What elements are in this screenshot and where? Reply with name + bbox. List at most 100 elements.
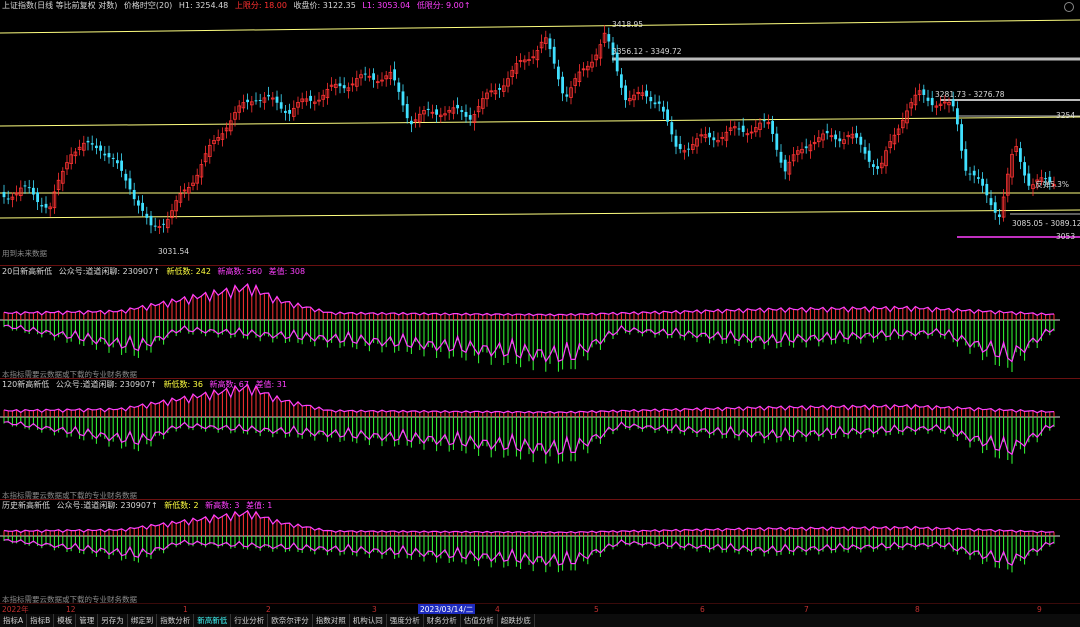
indicator-name: 价格时空(20) — [123, 1, 173, 10]
candle-body — [779, 151, 783, 163]
high-line — [3, 282, 1055, 317]
candle-body — [968, 173, 972, 175]
candle-body — [372, 73, 375, 80]
main-chart-pane[interactable]: 上证指数(日线 等比前复权 对数) 价格时空(20) H1: 3254.48 上… — [0, 0, 1080, 266]
candle-body — [662, 106, 665, 112]
tab-item[interactable]: 指数分析 — [157, 614, 195, 627]
candle-body — [90, 143, 94, 145]
h1-value: H1: 3254.48 — [178, 1, 229, 10]
candle-body — [804, 146, 808, 149]
high-line — [3, 509, 1055, 534]
l1-value: L1: 3053.04 — [362, 1, 411, 10]
candle-body — [258, 100, 262, 102]
tab-item[interactable]: 行业分析 — [231, 614, 269, 627]
candle-body — [989, 198, 993, 206]
candle-body — [645, 90, 648, 97]
upper-score: 上限分: 18.00 — [234, 1, 287, 10]
candle-body — [338, 83, 342, 87]
settings-icon[interactable] — [1064, 2, 1074, 12]
candle-body — [624, 85, 627, 101]
candle-body — [153, 225, 157, 227]
candle-body — [561, 76, 564, 94]
candle-body — [657, 101, 661, 104]
panel-120day[interactable]: 120新高新低 公众号:道道闲聊: 230907↑ 新低数: 36 新高数: 6… — [0, 379, 1080, 500]
candle-body — [132, 189, 136, 200]
high-label: 3418.95 — [612, 20, 644, 29]
candle-body — [254, 100, 258, 102]
new-low-count: 新低数: 36 — [163, 380, 203, 389]
candle-body — [44, 203, 48, 208]
candle-body — [145, 213, 149, 218]
candle-body — [32, 187, 35, 195]
tab-item[interactable]: 绑定到 — [128, 614, 158, 627]
panel-sub: 公众号:道道闲聊: 230907↑ — [56, 501, 158, 510]
candle-body — [712, 137, 716, 141]
candle-body — [498, 87, 501, 90]
candle-body — [40, 205, 44, 207]
l1-line-label: 3053 — [1056, 232, 1076, 241]
tab-item[interactable]: 指标A — [0, 614, 28, 627]
panel-20day[interactable]: 20日新高新低 公众号:道道闲聊: 230907↑ 新低数: 242 新高数: … — [0, 266, 1080, 379]
h1-line-label: 3254 — [1056, 111, 1076, 120]
tab-item[interactable]: 财务分析 — [424, 614, 461, 627]
tab-item[interactable]: 超跌抄底 — [498, 614, 535, 627]
candle-body — [86, 140, 90, 143]
candle-body — [124, 173, 128, 181]
close-price: 收盘价: 3122.35 — [293, 1, 356, 10]
candle-body — [393, 69, 396, 81]
candle-body — [1027, 173, 1031, 186]
new-high-count: 新高数: 560 — [217, 267, 263, 276]
candle-body — [363, 73, 367, 75]
diff-value: 差值: 31 — [255, 380, 287, 389]
new-high-count: 新高数: 67 — [209, 380, 249, 389]
low-left-label: 3031.54 — [158, 247, 190, 256]
candle-body — [309, 95, 312, 101]
panel-alltime[interactable]: 历史新高新低 公众号:道道闲聊: 230907↑ 新低数: 2 新高数: 3 差… — [0, 500, 1080, 604]
panel-alltime-header: 历史新高新低 公众号:道道闲聊: 230907↑ 新低数: 2 新高数: 3 差… — [2, 501, 276, 511]
tab-item[interactable]: 模板 — [54, 614, 77, 627]
tab-item[interactable]: 另存为 — [98, 614, 128, 627]
candle-body — [1044, 178, 1047, 180]
candle-body — [708, 132, 711, 138]
lower-channel-line — [0, 209, 1080, 219]
candle-body — [956, 108, 959, 125]
candle-body — [116, 160, 119, 164]
candle-body — [456, 104, 459, 109]
tab-item[interactable]: 指标B — [27, 614, 55, 627]
candle-body — [649, 96, 653, 102]
candle-body — [670, 122, 674, 135]
candle-body — [872, 164, 875, 167]
candle-body — [977, 177, 980, 179]
tab-item[interactable]: 管理 — [76, 614, 99, 627]
candlestick-chart[interactable] — [0, 0, 1080, 265]
candle-body — [464, 111, 468, 117]
rebound-pct: 反弹5.3% — [1035, 180, 1070, 189]
candle-body — [687, 148, 690, 150]
candle-body — [838, 138, 842, 142]
tab-item[interactable]: 指数对照 — [313, 614, 350, 627]
panel-120day-header: 120新高新低 公众号:道道闲聊: 230907↑ 新低数: 36 新高数: 6… — [2, 380, 291, 390]
candle-body — [284, 110, 287, 113]
candle-body — [557, 66, 560, 80]
candle-body — [552, 46, 556, 64]
tab-item[interactable]: 机构认同 — [350, 614, 387, 627]
mid-channel-line — [0, 116, 1080, 127]
candle-body — [23, 185, 27, 187]
panel-title: 20日新高新低 — [2, 267, 53, 276]
candle-body — [99, 145, 102, 151]
indicator-tabbar: 指标A 指标B 模板 管理 另存为 绑定到 指数分析 新高新低 行业分析 欧奈尔评分 指数对照 机构认… — [0, 614, 1080, 627]
support-label: 3085.05 - 3089.12 — [1012, 219, 1080, 228]
tab-item[interactable]: 欧奈尔评分 — [268, 614, 313, 627]
oscillator-alltime — [0, 509, 1060, 573]
candle-body — [859, 136, 863, 145]
candle-body — [930, 97, 934, 106]
candle-body — [876, 166, 879, 169]
candle-body — [867, 150, 871, 162]
tab-item[interactable]: 估值分析 — [461, 614, 498, 627]
candle-body — [1019, 148, 1022, 162]
tab-item[interactable]: 强度分析 — [387, 614, 424, 627]
candle-body — [993, 202, 997, 213]
candle-body — [863, 147, 867, 154]
tab-item[interactable]: 新高新低 — [194, 614, 232, 627]
candle-body — [401, 91, 405, 106]
